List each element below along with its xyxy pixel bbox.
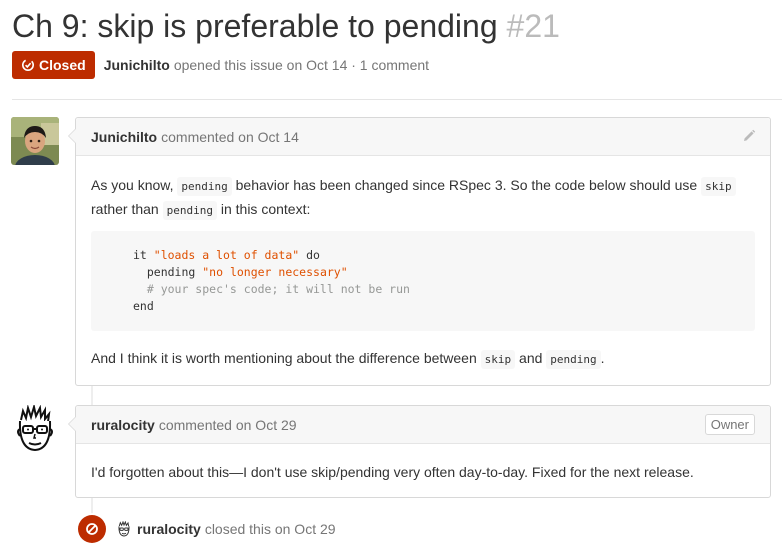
comment-author-link[interactable]: Junichilto bbox=[91, 129, 157, 145]
comment-paragraph: And I think it is worth mentioning about… bbox=[91, 347, 605, 371]
comment-author-link[interactable]: ruralocity bbox=[91, 417, 155, 433]
comment-box: ruralocity commented on Oct 29 Owner I'd… bbox=[68, 405, 771, 498]
issue-title-text: Ch 9: skip is preferable to pending bbox=[12, 8, 498, 44]
issue-meta: Closed Junichilto opened this issue on O… bbox=[12, 51, 429, 79]
inline-code: pending bbox=[162, 201, 217, 220]
inline-code: pending bbox=[546, 350, 601, 369]
comment-header: Junichilto commented on Oct 14 bbox=[76, 118, 770, 156]
text-span: rather than bbox=[91, 201, 159, 217]
issue-opened-text: opened this issue on Oct 14 · 1 comment bbox=[173, 57, 430, 73]
comment-meta[interactable]: commented on Oct 14 bbox=[161, 129, 299, 145]
code-keyword: pending bbox=[133, 265, 203, 279]
code-block: it "loads a lot of data" do pending "no … bbox=[91, 231, 755, 331]
inline-code: pending bbox=[177, 177, 232, 196]
closed-event: ruralocity closed this on Oct 29 bbox=[78, 514, 336, 544]
inline-code: skip bbox=[701, 177, 736, 196]
state-label: Closed bbox=[39, 57, 86, 73]
code-keyword: end bbox=[133, 299, 154, 313]
code-keyword: do bbox=[299, 248, 320, 262]
comment-header: ruralocity commented on Oct 29 Owner bbox=[76, 406, 770, 444]
comment-box: Junichilto commented on Oct 14 As you kn… bbox=[68, 117, 771, 386]
issue-closed-icon bbox=[22, 59, 34, 71]
text-span: And I think it is worth mentioning about… bbox=[91, 350, 477, 366]
event-text: closed this on Oct 29 bbox=[204, 521, 336, 537]
issue-number: #21 bbox=[506, 8, 560, 44]
code-string: "loads a lot of data" bbox=[153, 248, 300, 262]
text-span: As you know, bbox=[91, 177, 174, 193]
comment-paragraph: As you know, pending behavior has been c… bbox=[91, 174, 751, 222]
pencil-icon[interactable] bbox=[742, 129, 756, 143]
avatar[interactable] bbox=[116, 521, 132, 537]
event-actor-link[interactable]: ruralocity bbox=[137, 521, 201, 537]
header-divider bbox=[12, 99, 782, 100]
circle-slash-icon bbox=[86, 523, 98, 535]
owner-badge: Owner bbox=[704, 414, 755, 435]
code-string: "no longer necessary" bbox=[202, 265, 348, 279]
avatar[interactable] bbox=[11, 403, 59, 453]
issue-author-link[interactable]: Junichilto bbox=[104, 57, 170, 73]
code-comment: # your spec's code; it will not be run bbox=[133, 282, 410, 296]
comment-meta[interactable]: commented on Oct 29 bbox=[159, 417, 297, 433]
inline-code: skip bbox=[480, 350, 516, 369]
text-span: . bbox=[600, 350, 605, 366]
comment-paragraph: I'd forgotten about this—I don't use ski… bbox=[91, 464, 694, 480]
state-badge: Closed bbox=[12, 51, 95, 79]
issue-title: Ch 9: skip is preferable to pending #21 bbox=[12, 6, 560, 46]
text-span: behavior has been changed since RSpec 3.… bbox=[235, 177, 698, 193]
event-badge bbox=[78, 515, 106, 543]
text-span: in this context: bbox=[220, 201, 311, 217]
avatar[interactable] bbox=[11, 117, 59, 165]
text-span: and bbox=[519, 350, 543, 366]
code-keyword: it bbox=[133, 248, 154, 262]
